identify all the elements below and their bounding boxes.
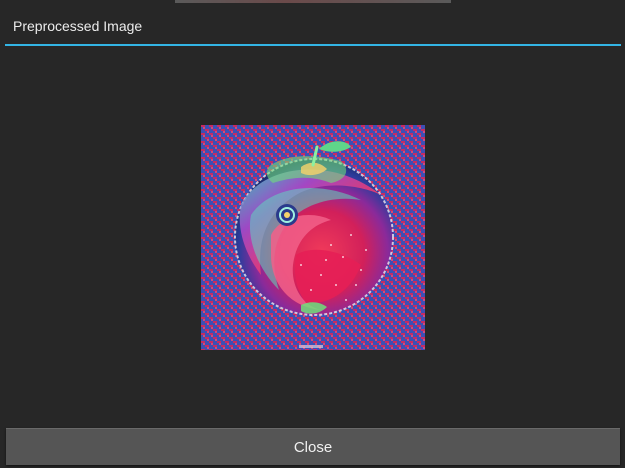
window-top-strip bbox=[175, 0, 451, 3]
preprocessed-image-dialog: Preprocessed Image Close bbox=[0, 0, 625, 468]
title-divider bbox=[5, 44, 621, 46]
dialog-title: Preprocessed Image bbox=[13, 18, 143, 34]
preprocessed-image bbox=[201, 125, 425, 350]
close-button[interactable]: Close bbox=[6, 428, 620, 465]
